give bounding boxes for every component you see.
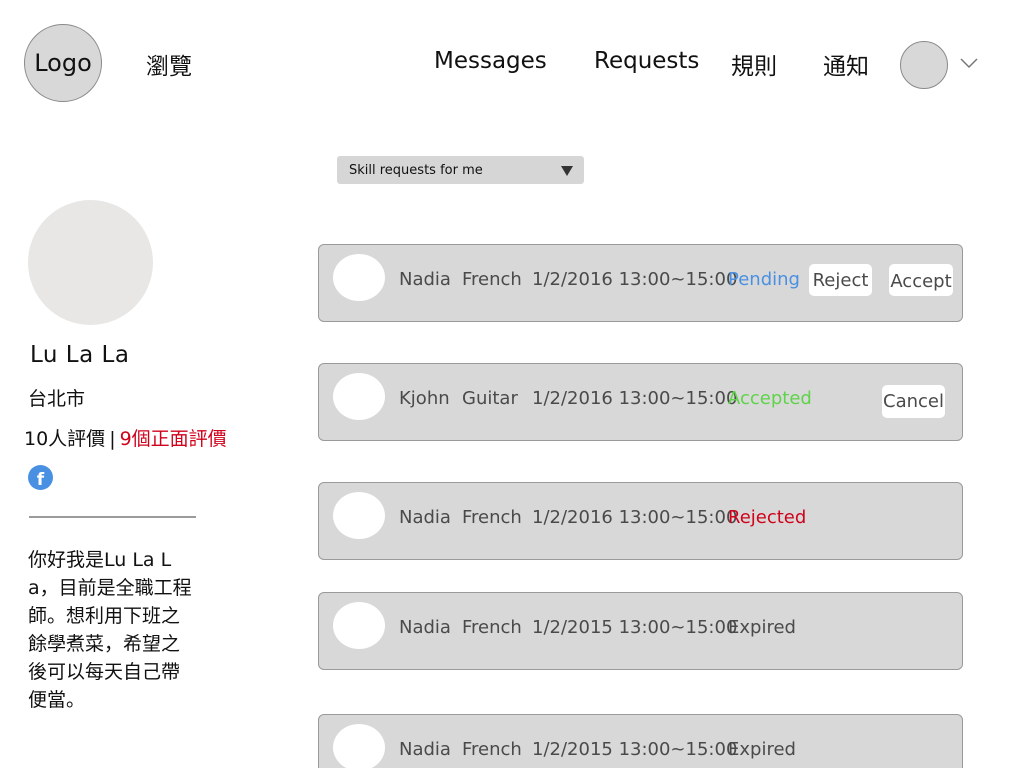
request-time: 1/2/2015 13:00~15:00 bbox=[532, 739, 738, 760]
request-time: 1/2/2016 13:00~15:00 bbox=[532, 507, 738, 528]
chevron-down-icon[interactable] bbox=[960, 56, 978, 70]
request-status: Pending bbox=[728, 269, 800, 290]
facebook-glyph: f bbox=[36, 470, 45, 490]
cancel-button[interactable]: Cancel bbox=[882, 385, 945, 418]
reject-button[interactable]: Reject bbox=[809, 264, 872, 296]
requester-avatar[interactable] bbox=[333, 724, 385, 768]
request-status: Expired bbox=[728, 617, 796, 638]
facebook-icon[interactable]: f bbox=[28, 465, 53, 490]
request-skill: Guitar bbox=[462, 388, 518, 409]
requester-name[interactable]: Nadia bbox=[399, 507, 451, 528]
user-avatar[interactable] bbox=[900, 41, 948, 89]
positive-review-count[interactable]: 9個正面評價 bbox=[120, 428, 227, 450]
review-count: 10人評價 bbox=[24, 428, 106, 450]
request-filter-value: Skill requests for me bbox=[349, 162, 483, 178]
profile-name: Lu La La bbox=[30, 342, 130, 368]
nav-notifications[interactable]: 通知 bbox=[823, 47, 869, 81]
request-skill: French bbox=[462, 507, 522, 528]
logo[interactable]: Logo bbox=[24, 24, 102, 102]
triangle-down-icon bbox=[561, 166, 573, 176]
nav-browse[interactable]: 瀏覽 bbox=[146, 47, 192, 81]
requester-avatar[interactable] bbox=[333, 602, 385, 649]
requester-name[interactable]: Kjohn bbox=[399, 388, 450, 409]
requester-avatar[interactable] bbox=[333, 492, 385, 539]
request-skill: French bbox=[462, 269, 522, 290]
requester-name[interactable]: Nadia bbox=[399, 739, 451, 760]
request-card: Nadia French 1/2/2015 13:00~15:00 Expire… bbox=[318, 592, 963, 670]
accept-button[interactable]: Accept bbox=[889, 264, 953, 296]
nav-rules[interactable]: 規則 bbox=[731, 47, 777, 81]
request-card: Nadia French 1/2/2016 13:00~15:00 Pendin… bbox=[318, 244, 963, 322]
request-time: 1/2/2016 13:00~15:00 bbox=[532, 269, 738, 290]
request-skill: French bbox=[462, 617, 522, 638]
requester-name[interactable]: Nadia bbox=[399, 617, 451, 638]
request-status: Expired bbox=[728, 739, 796, 760]
profile-bio: 你好我是Lu La La，目前是全職工程師。想利用下班之餘學煮菜，希望之後可以每… bbox=[28, 549, 192, 711]
request-time: 1/2/2016 13:00~15:00 bbox=[532, 388, 738, 409]
request-filter-select[interactable]: Skill requests for me bbox=[337, 156, 584, 184]
requester-avatar[interactable] bbox=[333, 254, 385, 301]
request-time: 1/2/2015 13:00~15:00 bbox=[532, 617, 738, 638]
requester-name[interactable]: Nadia bbox=[399, 269, 451, 290]
request-card: Nadia French 1/2/2016 13:00~15:00 Reject… bbox=[318, 482, 963, 560]
review-separator: | bbox=[109, 428, 116, 450]
divider bbox=[29, 516, 196, 518]
request-skill: French bbox=[462, 739, 522, 760]
request-status: Accepted bbox=[728, 388, 812, 409]
profile-city: 台北市 bbox=[28, 388, 86, 410]
request-status: Rejected bbox=[728, 507, 807, 528]
request-card: Kjohn Guitar 1/2/2016 13:00~15:00 Accept… bbox=[318, 363, 963, 441]
nav-requests[interactable]: Requests bbox=[594, 48, 699, 74]
requester-avatar[interactable] bbox=[333, 373, 385, 420]
request-card: Nadia French 1/2/2015 13:00~15:00 Expire… bbox=[318, 714, 963, 768]
nav-messages[interactable]: Messages bbox=[434, 48, 547, 74]
profile-reviews: 10人評價 | 9個正面評價 bbox=[24, 424, 227, 451]
profile-avatar bbox=[28, 200, 153, 325]
logo-text: Logo bbox=[34, 49, 92, 77]
